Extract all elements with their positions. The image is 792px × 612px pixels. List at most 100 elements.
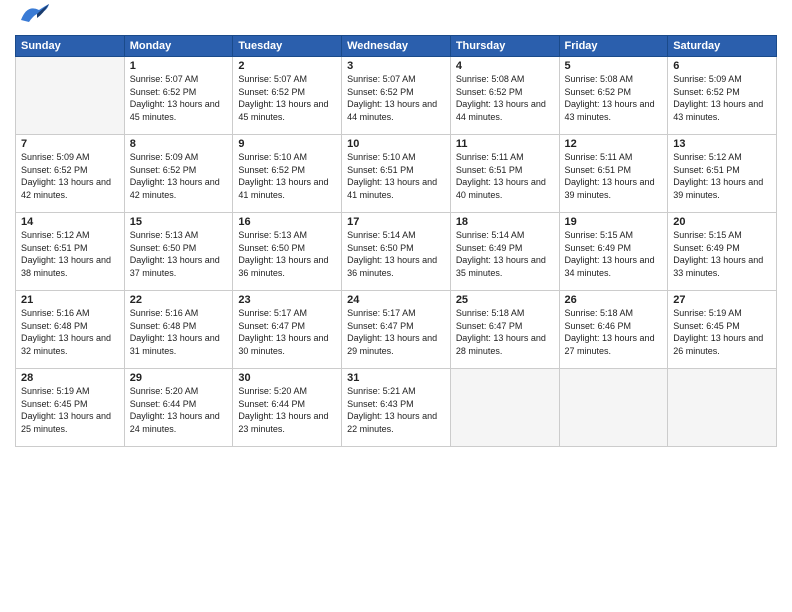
cell-info: Sunrise: 5:19 AM Sunset: 6:45 PM Dayligh… xyxy=(21,385,119,435)
sunrise-label: Sunrise: 5:10 AM xyxy=(347,152,416,162)
sunset-label: Sunset: 6:51 PM xyxy=(21,243,88,253)
calendar-cell: 17 Sunrise: 5:14 AM Sunset: 6:50 PM Dayl… xyxy=(342,213,451,291)
calendar-cell: 23 Sunrise: 5:17 AM Sunset: 6:47 PM Dayl… xyxy=(233,291,342,369)
cell-info: Sunrise: 5:09 AM Sunset: 6:52 PM Dayligh… xyxy=(21,151,119,201)
daylight-label: Daylight: 13 hours and 33 minutes. xyxy=(673,255,763,278)
col-header-tuesday: Tuesday xyxy=(233,36,342,57)
sunset-label: Sunset: 6:52 PM xyxy=(130,165,197,175)
day-number: 2 xyxy=(238,60,336,72)
sunrise-label: Sunrise: 5:15 AM xyxy=(673,230,742,240)
daylight-label: Daylight: 13 hours and 39 minutes. xyxy=(673,177,763,200)
sunrise-label: Sunrise: 5:12 AM xyxy=(21,230,90,240)
calendar-cell: 3 Sunrise: 5:07 AM Sunset: 6:52 PM Dayli… xyxy=(342,57,451,135)
sunset-label: Sunset: 6:49 PM xyxy=(565,243,632,253)
sunset-label: Sunset: 6:43 PM xyxy=(347,399,414,409)
sunset-label: Sunset: 6:44 PM xyxy=(238,399,305,409)
sunrise-label: Sunrise: 5:17 AM xyxy=(238,308,307,318)
daylight-label: Daylight: 13 hours and 45 minutes. xyxy=(238,99,328,122)
cell-info: Sunrise: 5:18 AM Sunset: 6:46 PM Dayligh… xyxy=(565,307,663,357)
cell-info: Sunrise: 5:10 AM Sunset: 6:52 PM Dayligh… xyxy=(238,151,336,201)
logo-bird-icon xyxy=(19,2,51,29)
sunset-label: Sunset: 6:50 PM xyxy=(130,243,197,253)
sunrise-label: Sunrise: 5:09 AM xyxy=(130,152,199,162)
sunset-label: Sunset: 6:46 PM xyxy=(565,321,632,331)
cell-info: Sunrise: 5:12 AM Sunset: 6:51 PM Dayligh… xyxy=(673,151,771,201)
cell-info: Sunrise: 5:08 AM Sunset: 6:52 PM Dayligh… xyxy=(456,73,554,123)
day-number: 6 xyxy=(673,60,771,72)
sunrise-label: Sunrise: 5:08 AM xyxy=(456,74,525,84)
sunrise-label: Sunrise: 5:18 AM xyxy=(456,308,525,318)
daylight-label: Daylight: 13 hours and 41 minutes. xyxy=(238,177,328,200)
cell-info: Sunrise: 5:16 AM Sunset: 6:48 PM Dayligh… xyxy=(130,307,228,357)
day-number: 4 xyxy=(456,60,554,72)
calendar-cell: 20 Sunrise: 5:15 AM Sunset: 6:49 PM Dayl… xyxy=(668,213,777,291)
sunrise-label: Sunrise: 5:13 AM xyxy=(130,230,199,240)
calendar-cell: 26 Sunrise: 5:18 AM Sunset: 6:46 PM Dayl… xyxy=(559,291,668,369)
daylight-label: Daylight: 13 hours and 44 minutes. xyxy=(347,99,437,122)
page: SundayMondayTuesdayWednesdayThursdayFrid… xyxy=(0,0,792,612)
day-number: 18 xyxy=(456,216,554,228)
col-header-saturday: Saturday xyxy=(668,36,777,57)
sunset-label: Sunset: 6:52 PM xyxy=(238,87,305,97)
day-number: 17 xyxy=(347,216,445,228)
daylight-label: Daylight: 13 hours and 31 minutes. xyxy=(130,333,220,356)
sunset-label: Sunset: 6:52 PM xyxy=(673,87,740,97)
sunrise-label: Sunrise: 5:07 AM xyxy=(130,74,199,84)
daylight-label: Daylight: 13 hours and 26 minutes. xyxy=(673,333,763,356)
day-number: 13 xyxy=(673,138,771,150)
sunset-label: Sunset: 6:49 PM xyxy=(673,243,740,253)
sunset-label: Sunset: 6:48 PM xyxy=(21,321,88,331)
cell-info: Sunrise: 5:13 AM Sunset: 6:50 PM Dayligh… xyxy=(130,229,228,279)
col-header-monday: Monday xyxy=(124,36,233,57)
daylight-label: Daylight: 13 hours and 41 minutes. xyxy=(347,177,437,200)
calendar-cell: 27 Sunrise: 5:19 AM Sunset: 6:45 PM Dayl… xyxy=(668,291,777,369)
daylight-label: Daylight: 13 hours and 42 minutes. xyxy=(130,177,220,200)
sunrise-label: Sunrise: 5:18 AM xyxy=(565,308,634,318)
sunset-label: Sunset: 6:52 PM xyxy=(456,87,523,97)
sunrise-label: Sunrise: 5:16 AM xyxy=(130,308,199,318)
day-number: 14 xyxy=(21,216,119,228)
calendar-cell: 8 Sunrise: 5:09 AM Sunset: 6:52 PM Dayli… xyxy=(124,135,233,213)
sunrise-label: Sunrise: 5:09 AM xyxy=(673,74,742,84)
day-number: 7 xyxy=(21,138,119,150)
calendar-week-3: 14 Sunrise: 5:12 AM Sunset: 6:51 PM Dayl… xyxy=(16,213,777,291)
sunrise-label: Sunrise: 5:12 AM xyxy=(673,152,742,162)
day-number: 3 xyxy=(347,60,445,72)
calendar-cell: 9 Sunrise: 5:10 AM Sunset: 6:52 PM Dayli… xyxy=(233,135,342,213)
day-number: 19 xyxy=(565,216,663,228)
calendar-cell: 5 Sunrise: 5:08 AM Sunset: 6:52 PM Dayli… xyxy=(559,57,668,135)
cell-info: Sunrise: 5:21 AM Sunset: 6:43 PM Dayligh… xyxy=(347,385,445,435)
sunset-label: Sunset: 6:45 PM xyxy=(21,399,88,409)
sunset-label: Sunset: 6:52 PM xyxy=(130,87,197,97)
cell-info: Sunrise: 5:09 AM Sunset: 6:52 PM Dayligh… xyxy=(130,151,228,201)
day-number: 29 xyxy=(130,372,228,384)
day-number: 25 xyxy=(456,294,554,306)
col-header-wednesday: Wednesday xyxy=(342,36,451,57)
daylight-label: Daylight: 13 hours and 43 minutes. xyxy=(565,99,655,122)
sunset-label: Sunset: 6:47 PM xyxy=(456,321,523,331)
daylight-label: Daylight: 13 hours and 40 minutes. xyxy=(456,177,546,200)
daylight-label: Daylight: 13 hours and 43 minutes. xyxy=(673,99,763,122)
calendar-cell: 13 Sunrise: 5:12 AM Sunset: 6:51 PM Dayl… xyxy=(668,135,777,213)
daylight-label: Daylight: 13 hours and 37 minutes. xyxy=(130,255,220,278)
day-number: 9 xyxy=(238,138,336,150)
sunset-label: Sunset: 6:52 PM xyxy=(21,165,88,175)
cell-info: Sunrise: 5:07 AM Sunset: 6:52 PM Dayligh… xyxy=(238,73,336,123)
sunrise-label: Sunrise: 5:07 AM xyxy=(238,74,307,84)
sunrise-label: Sunrise: 5:09 AM xyxy=(21,152,90,162)
daylight-label: Daylight: 13 hours and 32 minutes. xyxy=(21,333,111,356)
cell-info: Sunrise: 5:17 AM Sunset: 6:47 PM Dayligh… xyxy=(238,307,336,357)
day-number: 20 xyxy=(673,216,771,228)
daylight-label: Daylight: 13 hours and 25 minutes. xyxy=(21,411,111,434)
sunrise-label: Sunrise: 5:21 AM xyxy=(347,386,416,396)
cell-info: Sunrise: 5:18 AM Sunset: 6:47 PM Dayligh… xyxy=(456,307,554,357)
day-number: 5 xyxy=(565,60,663,72)
sunset-label: Sunset: 6:50 PM xyxy=(238,243,305,253)
cell-info: Sunrise: 5:07 AM Sunset: 6:52 PM Dayligh… xyxy=(130,73,228,123)
day-number: 11 xyxy=(456,138,554,150)
calendar-cell xyxy=(16,57,125,135)
day-number: 21 xyxy=(21,294,119,306)
cell-info: Sunrise: 5:17 AM Sunset: 6:47 PM Dayligh… xyxy=(347,307,445,357)
sunrise-label: Sunrise: 5:08 AM xyxy=(565,74,634,84)
header xyxy=(15,10,777,29)
